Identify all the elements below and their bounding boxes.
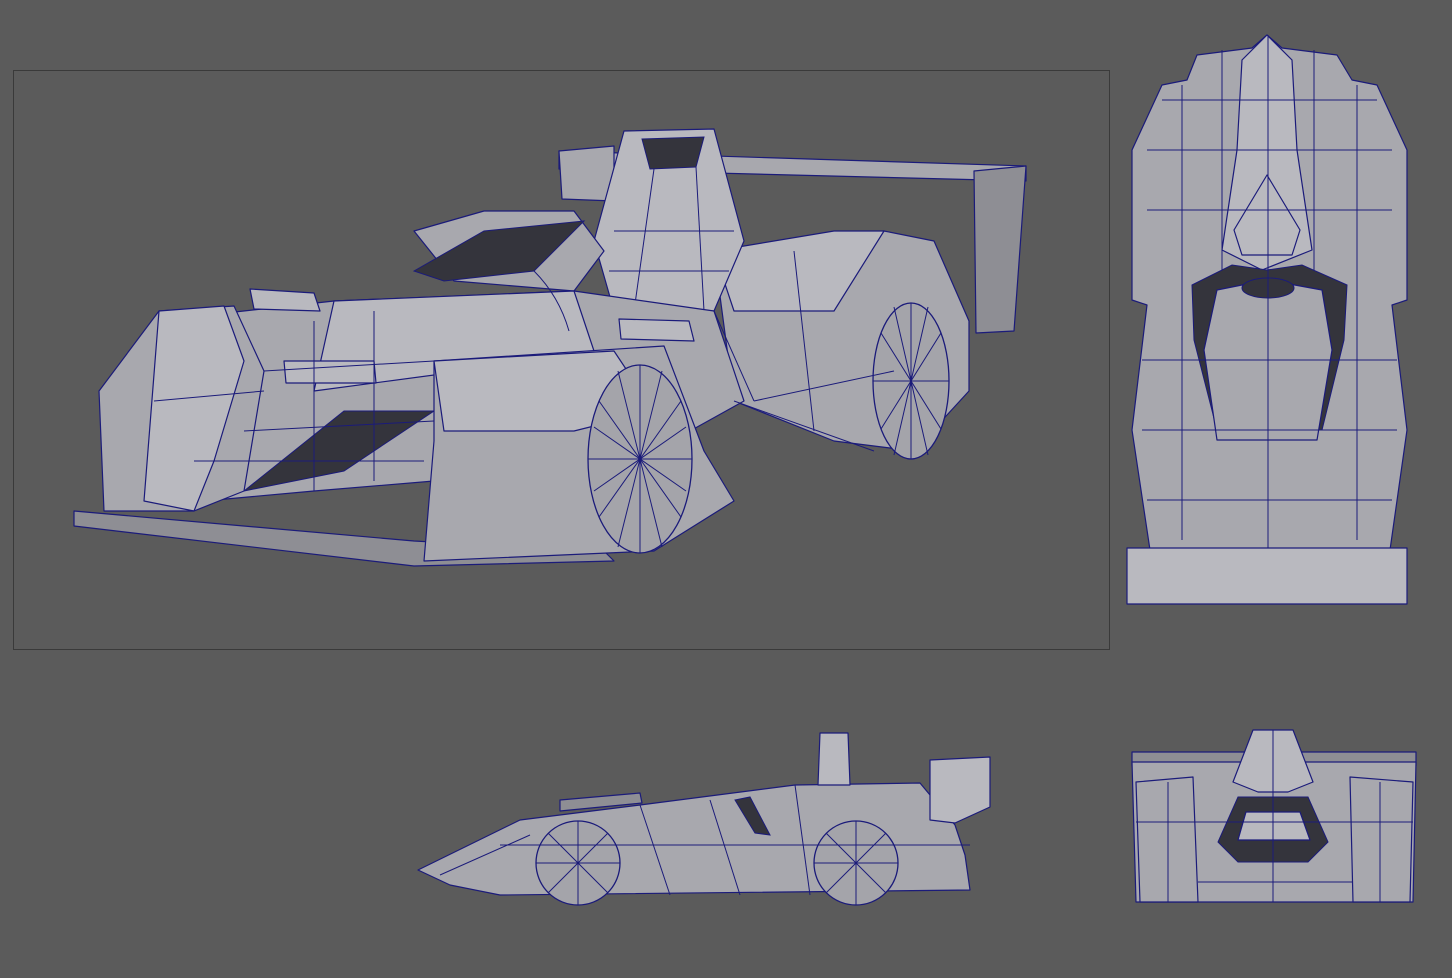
side-airbox [817,732,851,786]
side-rear-wing [929,756,991,824]
front-viewport[interactable] [1128,722,1420,910]
front-car-model [1131,729,1417,903]
rear-wing-left-plate [558,145,615,202]
side-viewport[interactable] [410,725,1000,910]
nose-box [283,360,377,384]
perspective-viewport[interactable] [13,70,1110,650]
perspective-car-model [73,128,1027,567]
front-steering [1237,811,1311,841]
rear-wing-endplate [973,165,1027,334]
top-car-model [1126,34,1408,605]
mirror-right [618,318,695,342]
mirror-left [249,288,321,312]
top-rear-wing [1126,547,1408,605]
front-left-wheel [1135,776,1199,903]
front-right-wheel [1349,776,1414,903]
airbox-intake [641,136,705,170]
top-viewport[interactable] [1122,30,1418,610]
side-car-model [417,732,991,906]
